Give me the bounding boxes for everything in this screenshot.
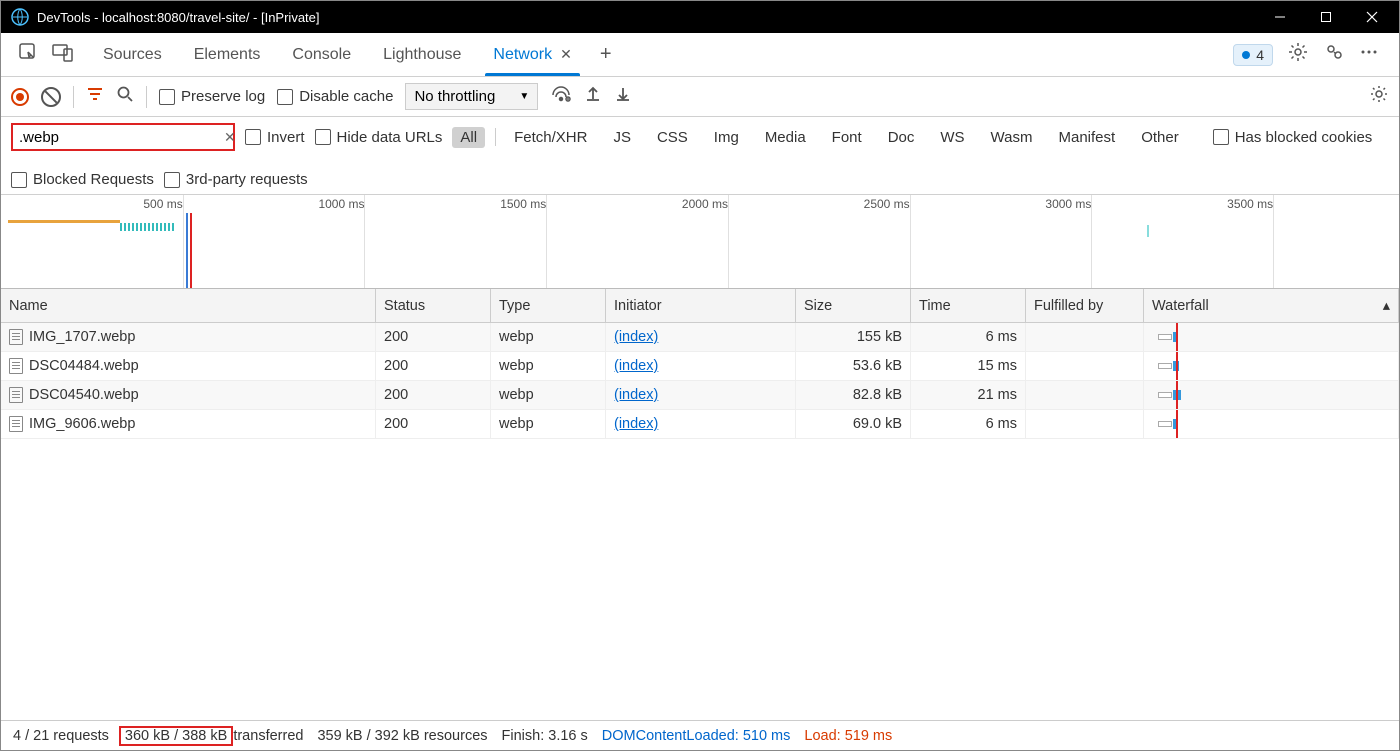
panel-settings-icon[interactable] bbox=[1369, 84, 1389, 109]
import-icon[interactable] bbox=[614, 85, 632, 108]
file-icon bbox=[9, 387, 23, 403]
throttling-select[interactable]: No throttling▼ bbox=[405, 83, 538, 110]
issue-dot-icon bbox=[1242, 51, 1250, 59]
col-name[interactable]: Name bbox=[1, 289, 376, 322]
initiator-link[interactable]: (index) bbox=[614, 387, 658, 403]
table-header: Name Status Type Initiator Size Time Ful… bbox=[1, 289, 1399, 323]
initiator-link[interactable]: (index) bbox=[614, 358, 658, 374]
app-icon bbox=[11, 8, 29, 26]
initiator-link[interactable]: (index) bbox=[614, 329, 658, 345]
close-tab-icon[interactable]: ✕ bbox=[560, 46, 572, 63]
type-doc[interactable]: Doc bbox=[880, 127, 923, 148]
hide-data-urls-checkbox[interactable]: Hide data URLs bbox=[315, 129, 443, 146]
type-ws[interactable]: WS bbox=[932, 127, 972, 148]
network-toolbar: Preserve log Disable cache No throttling… bbox=[1, 77, 1399, 117]
main-tabbar: Sources Elements Console Lighthouse Netw… bbox=[1, 33, 1399, 77]
tab-sources[interactable]: Sources bbox=[87, 33, 178, 76]
third-party-checkbox[interactable]: 3rd-party requests bbox=[164, 171, 308, 188]
window-titlebar: DevTools - localhost:8080/travel-site/ -… bbox=[1, 1, 1399, 33]
blocked-requests-checkbox[interactable]: Blocked Requests bbox=[11, 171, 154, 188]
filter-input[interactable]: ✕ bbox=[11, 123, 235, 151]
table-row[interactable]: IMG_9606.webp 200 webp (index) 69.0 kB 6… bbox=[1, 410, 1399, 439]
file-icon bbox=[9, 329, 23, 345]
settings-gear-icon[interactable] bbox=[1287, 41, 1309, 68]
account-icon[interactable] bbox=[1323, 41, 1345, 68]
export-icon[interactable] bbox=[584, 85, 602, 108]
type-fetch-xhr[interactable]: Fetch/XHR bbox=[506, 127, 595, 148]
col-type[interactable]: Type bbox=[491, 289, 606, 322]
load-time: Load: 519 ms bbox=[804, 728, 892, 744]
clear-filter-icon[interactable]: ✕ bbox=[224, 129, 236, 146]
sort-icon: ▴ bbox=[1383, 298, 1390, 314]
search-icon[interactable] bbox=[116, 85, 134, 108]
maximize-button[interactable] bbox=[1303, 1, 1349, 33]
add-tab-button[interactable]: + bbox=[588, 33, 624, 76]
status-bar: 4 / 21 requests 360 kB / 388 kB transfer… bbox=[1, 720, 1399, 750]
type-manifest[interactable]: Manifest bbox=[1051, 127, 1124, 148]
type-all[interactable]: All bbox=[452, 127, 485, 148]
dom-loaded-time: DOMContentLoaded: 510 ms bbox=[602, 728, 791, 744]
resources-size: 359 kB / 392 kB resources bbox=[317, 728, 487, 744]
type-js[interactable]: JS bbox=[605, 127, 639, 148]
col-waterfall[interactable]: Waterfall▴ bbox=[1144, 289, 1399, 322]
issues-badge[interactable]: 4 bbox=[1233, 44, 1273, 66]
col-fulfilled[interactable]: Fulfilled by bbox=[1026, 289, 1144, 322]
filter-toggle-icon[interactable] bbox=[86, 85, 104, 108]
inspect-icon[interactable] bbox=[17, 41, 39, 68]
filter-text-field[interactable] bbox=[19, 129, 218, 146]
tab-network[interactable]: Network✕ bbox=[477, 33, 587, 76]
type-font[interactable]: Font bbox=[824, 127, 870, 148]
initiator-link[interactable]: (index) bbox=[614, 416, 658, 432]
transferred-size: 360 kB / 388 kB bbox=[119, 726, 233, 746]
preserve-log-checkbox[interactable]: Preserve log bbox=[159, 88, 265, 105]
col-status[interactable]: Status bbox=[376, 289, 491, 322]
invert-checkbox[interactable]: Invert bbox=[245, 129, 305, 146]
filter-bar: ✕ Invert Hide data URLs All Fetch/XHR JS… bbox=[1, 117, 1399, 195]
col-time[interactable]: Time bbox=[911, 289, 1026, 322]
type-img[interactable]: Img bbox=[706, 127, 747, 148]
table-row[interactable]: IMG_1707.webp 200 webp (index) 155 kB 6 … bbox=[1, 323, 1399, 352]
minimize-button[interactable] bbox=[1257, 1, 1303, 33]
clear-button[interactable] bbox=[41, 87, 61, 107]
type-wasm[interactable]: Wasm bbox=[983, 127, 1041, 148]
record-button[interactable] bbox=[11, 88, 29, 106]
table-row[interactable]: DSC04540.webp 200 webp (index) 82.8 kB 2… bbox=[1, 381, 1399, 410]
device-toggle-icon[interactable] bbox=[51, 42, 75, 67]
disable-cache-checkbox[interactable]: Disable cache bbox=[277, 88, 393, 105]
finish-time: Finish: 3.16 s bbox=[502, 728, 588, 744]
type-css[interactable]: CSS bbox=[649, 127, 696, 148]
request-table: IMG_1707.webp 200 webp (index) 155 kB 6 … bbox=[1, 323, 1399, 720]
close-button[interactable] bbox=[1349, 1, 1395, 33]
col-initiator[interactable]: Initiator bbox=[606, 289, 796, 322]
type-other[interactable]: Other bbox=[1133, 127, 1187, 148]
tab-elements[interactable]: Elements bbox=[178, 33, 277, 76]
more-icon[interactable] bbox=[1359, 42, 1379, 67]
network-conditions-icon[interactable] bbox=[550, 85, 572, 108]
file-icon bbox=[9, 416, 23, 432]
request-count: 4 / 21 requests bbox=[13, 728, 109, 744]
blocked-cookies-checkbox[interactable]: Has blocked cookies bbox=[1213, 129, 1373, 146]
timeline-overview[interactable]: 500 ms 1000 ms 1500 ms 2000 ms 2500 ms 3… bbox=[1, 195, 1399, 289]
tab-console[interactable]: Console bbox=[276, 33, 367, 76]
window-title: DevTools - localhost:8080/travel-site/ -… bbox=[37, 10, 1257, 25]
type-media[interactable]: Media bbox=[757, 127, 814, 148]
table-row[interactable]: DSC04484.webp 200 webp (index) 53.6 kB 1… bbox=[1, 352, 1399, 381]
tab-lighthouse[interactable]: Lighthouse bbox=[367, 33, 477, 76]
col-size[interactable]: Size bbox=[796, 289, 911, 322]
file-icon bbox=[9, 358, 23, 374]
